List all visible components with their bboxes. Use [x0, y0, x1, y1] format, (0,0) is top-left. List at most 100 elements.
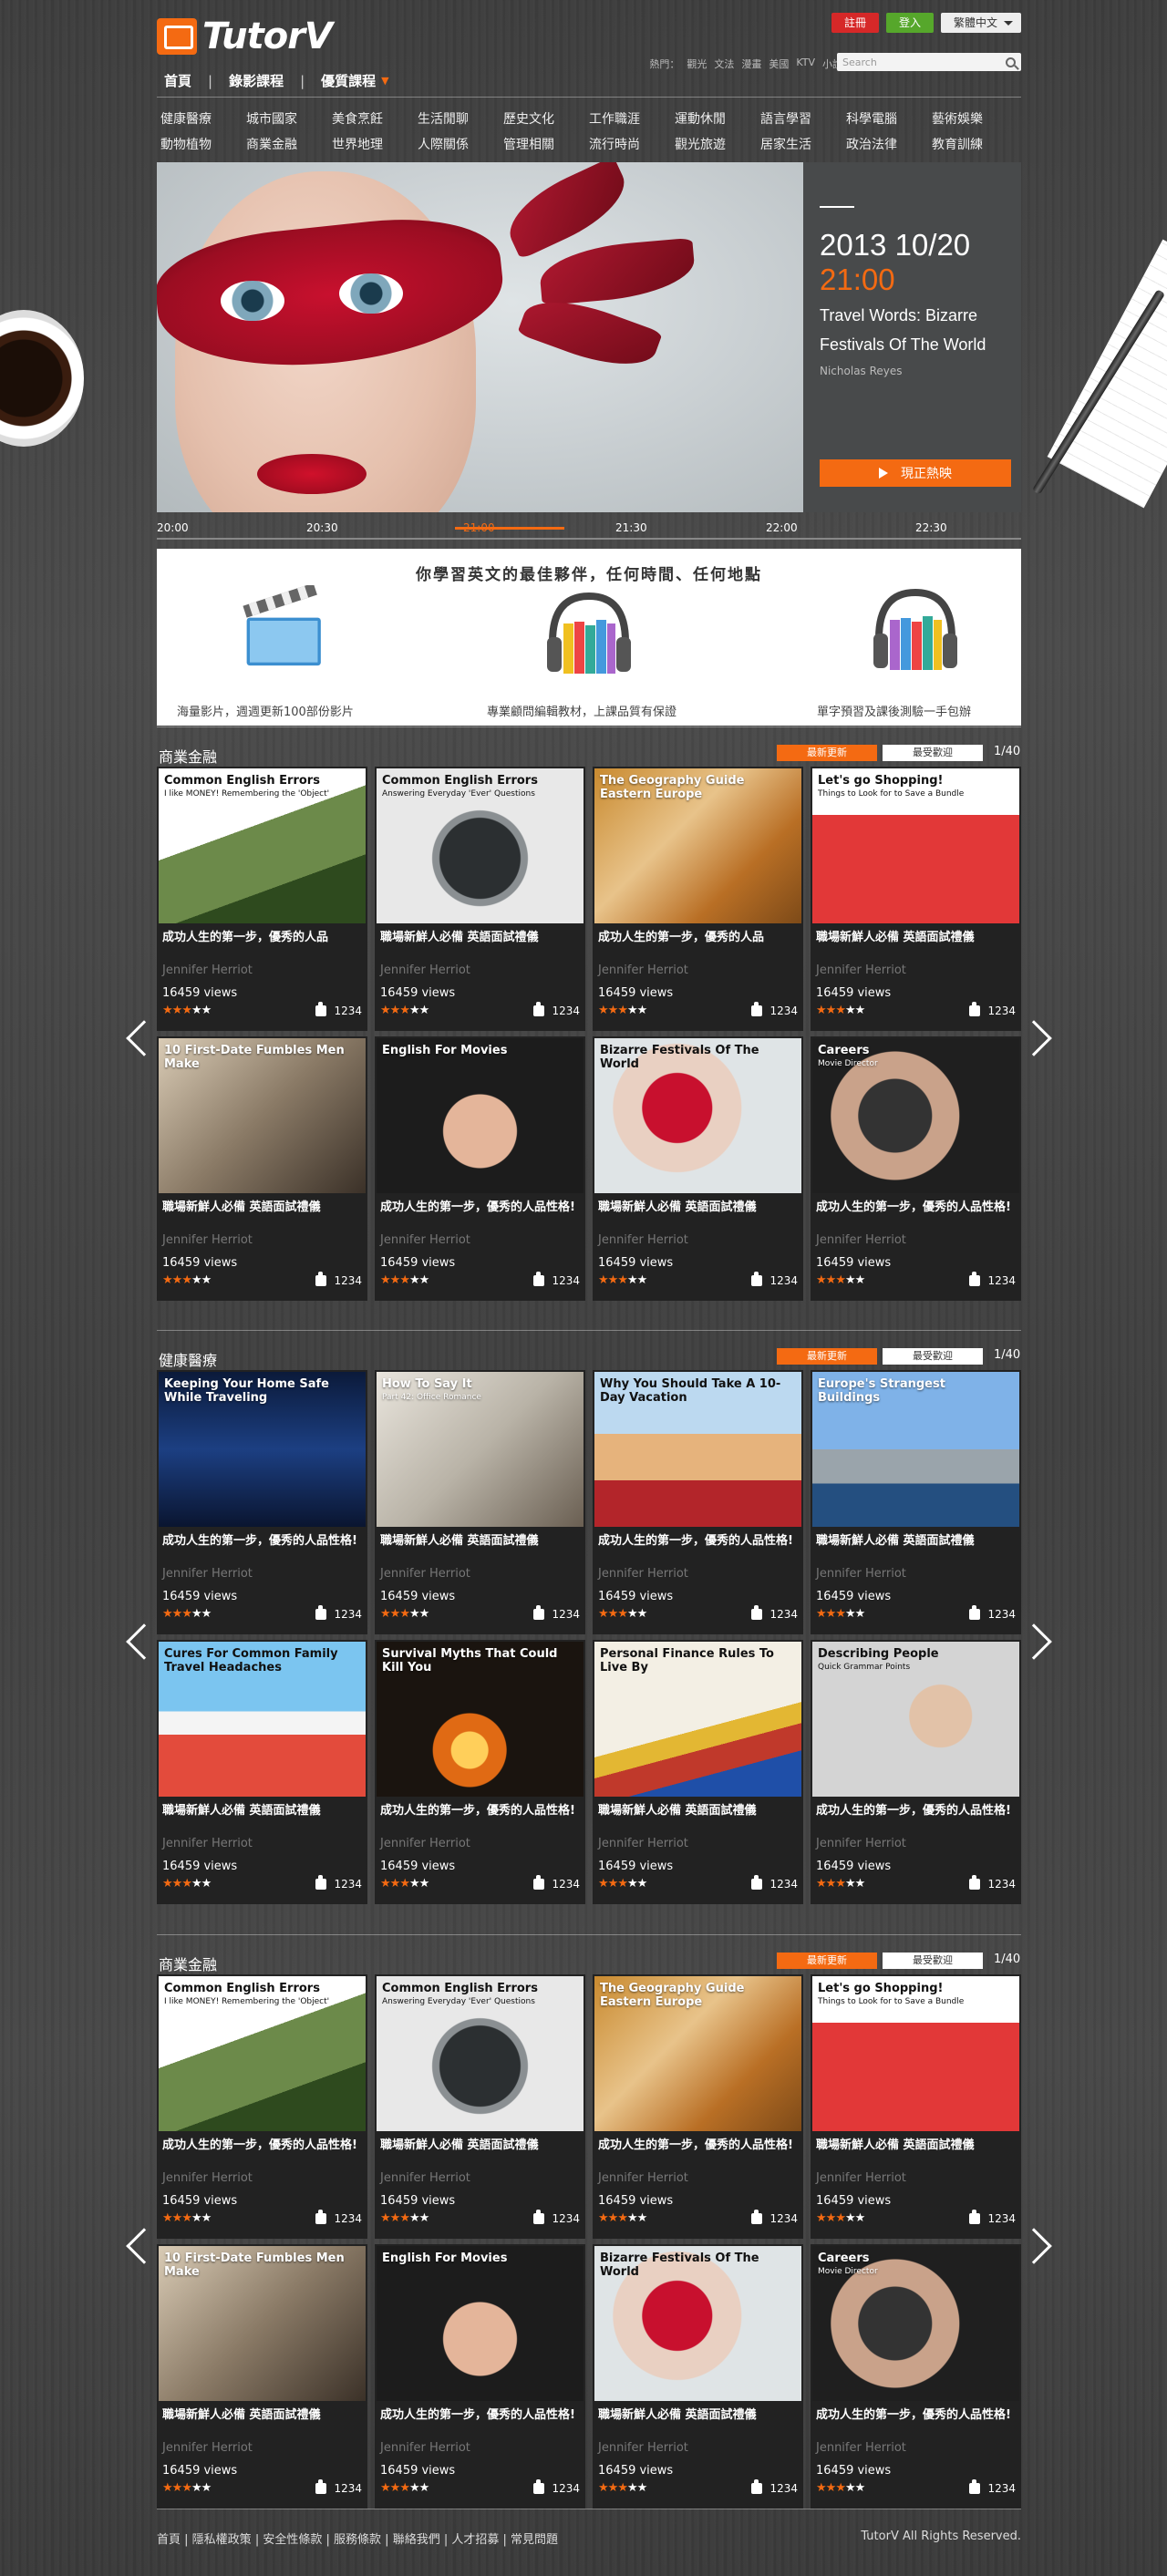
thumbs-up-icon[interactable]: [969, 2209, 981, 2224]
hot-link[interactable]: KTV: [796, 57, 815, 71]
category-link[interactable]: 世界地理: [332, 135, 418, 153]
course-thumbnail[interactable]: 10 First-Date Fumbles Men Make: [159, 1038, 366, 1193]
course-description[interactable]: 成功人生的第一步，優秀的人品性格!: [159, 2131, 366, 2171]
course-thumbnail[interactable]: Personal Finance Rules To Live By: [594, 1642, 801, 1797]
course-description[interactable]: 職場新鮮人必備 英語面試禮儀: [594, 1193, 801, 1233]
course-thumbnail[interactable]: Common English Errors I like MONEY! Reme…: [159, 1976, 366, 2131]
hot-link[interactable]: 觀光: [687, 57, 707, 71]
thumbs-up-icon[interactable]: [315, 1874, 327, 1890]
thumbs-up-icon[interactable]: [969, 2478, 981, 2494]
thumbs-up-icon[interactable]: [969, 1001, 981, 1016]
course-thumbnail[interactable]: Europe's Strangest Buildings: [812, 1372, 1019, 1527]
course-description[interactable]: 職場新鮮人必備 英語面試禮儀: [159, 1797, 366, 1837]
category-link[interactable]: 觀光旅遊: [675, 135, 760, 153]
category-link[interactable]: 城市國家: [246, 109, 332, 128]
category-link[interactable]: 歷史文化: [503, 109, 589, 128]
search-input[interactable]: Search: [837, 53, 1021, 71]
course-card[interactable]: Common English Errors Answering Everyday…: [375, 767, 585, 1031]
footer-link[interactable]: 服務條款: [334, 2533, 381, 2547]
course-thumbnail[interactable]: Common English Errors Answering Everyday…: [377, 1976, 584, 2131]
course-description[interactable]: 成功人生的第一步，優秀的人品性格!: [377, 1797, 584, 1837]
course-description[interactable]: 成功人生的第一步，優秀的人品性格!: [594, 2131, 801, 2171]
hot-link[interactable]: 漫畫: [741, 57, 761, 71]
category-link[interactable]: 政治法律: [846, 135, 932, 153]
tab-popular[interactable]: 最受歡迎: [883, 1348, 983, 1365]
course-card[interactable]: 10 First-Date Fumbles Men Make 職場新鮮人必備 英…: [157, 1036, 367, 1301]
course-description[interactable]: 職場新鮮人必備 英語面試禮儀: [159, 2401, 366, 2441]
footer-link[interactable]: 安全性條款: [263, 2533, 322, 2547]
course-card[interactable]: How To Say It Part 42: Office Romance 職場…: [375, 1370, 585, 1634]
course-description[interactable]: 職場新鮮人必備 英語面試禮儀: [377, 923, 584, 963]
course-thumbnail[interactable]: Describing People Quick Grammar Points: [812, 1642, 1019, 1797]
category-link[interactable]: 流行時尚: [589, 135, 675, 153]
category-link[interactable]: 科學電腦: [846, 109, 932, 128]
course-card[interactable]: Bizarre Festivals Of The World 職場新鮮人必備 英…: [593, 2244, 803, 2509]
next-arrow-icon[interactable]: [1016, 2228, 1052, 2264]
course-thumbnail[interactable]: Survival Myths That Could Kill You: [377, 1642, 584, 1797]
course-description[interactable]: 成功人生的第一步，優秀的人品性格!: [594, 1527, 801, 1567]
course-card[interactable]: The Geography Guide Eastern Europe 成功人生的…: [593, 767, 803, 1031]
tab-latest[interactable]: 最新更新: [777, 1348, 877, 1365]
course-description[interactable]: 成功人生的第一步，優秀的人品性格!: [812, 1193, 1019, 1233]
thumbs-up-icon[interactable]: [751, 2209, 763, 2224]
course-description[interactable]: 成功人生的第一步，優秀的人品性格!: [159, 1527, 366, 1567]
category-link[interactable]: 美食烹飪: [332, 109, 418, 128]
course-thumbnail[interactable]: Let's go Shopping! Things to Look for to…: [812, 1976, 1019, 2131]
thumbs-up-icon[interactable]: [751, 1001, 763, 1016]
course-card[interactable]: Europe's Strangest Buildings 職場新鮮人必備 英語面…: [811, 1370, 1021, 1634]
footer-link[interactable]: 人才招募: [451, 2533, 499, 2547]
category-link[interactable]: 商業金融: [246, 135, 332, 153]
category-link[interactable]: 動物植物: [160, 135, 246, 153]
course-description[interactable]: 成功人生的第一步，優秀的人品性格!: [377, 1193, 584, 1233]
next-arrow-icon[interactable]: [1016, 1020, 1052, 1056]
course-description[interactable]: 職場新鮮人必備 英語面試禮儀: [812, 1527, 1019, 1567]
course-card[interactable]: English For Movies 成功人生的第一步，優秀的人品性格! Jen…: [375, 2244, 585, 2509]
category-link[interactable]: 管理相關: [503, 135, 589, 153]
thumbs-up-icon[interactable]: [533, 1604, 545, 1620]
footer-link[interactable]: 常見問題: [511, 2533, 558, 2547]
course-thumbnail[interactable]: Let's go Shopping! Things to Look for to…: [812, 768, 1019, 923]
category-link[interactable]: 健康醫療: [160, 109, 246, 128]
footer-link[interactable]: 首頁: [157, 2533, 181, 2547]
category-link[interactable]: 工作職涯: [589, 109, 675, 128]
course-card[interactable]: Common English Errors Answering Everyday…: [375, 1974, 585, 2239]
thumbs-up-icon[interactable]: [751, 1271, 763, 1286]
course-thumbnail[interactable]: Why You Should Take A 10-Day Vacation: [594, 1372, 801, 1527]
thumbs-up-icon[interactable]: [533, 2478, 545, 2494]
thumbs-up-icon[interactable]: [315, 1604, 327, 1620]
category-link[interactable]: 居家生活: [760, 135, 846, 153]
search-icon[interactable]: [1006, 57, 1016, 67]
logo[interactable]: TutorV: [157, 13, 333, 60]
timeline-slot[interactable]: 21:30: [615, 521, 647, 534]
course-description[interactable]: 職場新鮮人必備 英語面試禮儀: [377, 2131, 584, 2171]
course-thumbnail[interactable]: Careers Movie Director: [812, 1038, 1019, 1193]
course-card[interactable]: Personal Finance Rules To Live By 職場新鮮人必…: [593, 1640, 803, 1904]
course-card[interactable]: Bizarre Festivals Of The World 職場新鮮人必備 英…: [593, 1036, 803, 1301]
thumbs-up-icon[interactable]: [533, 2209, 545, 2224]
tab-latest[interactable]: 最新更新: [777, 1953, 877, 1969]
nav-premium-courses[interactable]: 優質課程: [321, 71, 376, 90]
course-description[interactable]: 職場新鮮人必備 英語面試禮儀: [594, 1797, 801, 1837]
language-select[interactable]: 繁體中文: [940, 13, 1021, 33]
dropdown-arrow-icon[interactable]: ▼: [381, 75, 388, 87]
course-card[interactable]: 10 First-Date Fumbles Men Make 職場新鮮人必備 英…: [157, 2244, 367, 2509]
register-button[interactable]: 註冊: [831, 13, 879, 33]
category-link[interactable]: 生活閒聊: [418, 109, 503, 128]
course-description[interactable]: 成功人生的第一步，優秀的人品性格!: [377, 2401, 584, 2441]
course-card[interactable]: The Geography Guide Eastern Europe 成功人生的…: [593, 1974, 803, 2239]
tab-popular[interactable]: 最受歡迎: [883, 745, 983, 761]
footer-link[interactable]: 聯絡我們: [393, 2533, 440, 2547]
thumbs-up-icon[interactable]: [315, 2209, 327, 2224]
category-link[interactable]: 人際關係: [418, 135, 503, 153]
course-thumbnail[interactable]: How To Say It Part 42: Office Romance: [377, 1372, 584, 1527]
course-description[interactable]: 職場新鮮人必備 英語面試禮儀: [812, 2131, 1019, 2171]
course-description[interactable]: 職場新鮮人必備 英語面試禮儀: [594, 2401, 801, 2441]
thumbs-up-icon[interactable]: [533, 1271, 545, 1286]
thumbs-up-icon[interactable]: [315, 1271, 327, 1286]
course-card[interactable]: Keeping Your Home Safe While Traveling 成…: [157, 1370, 367, 1634]
now-showing-button[interactable]: 現正熱映: [820, 459, 1011, 487]
course-card[interactable]: Cures For Common Family Travel Headaches…: [157, 1640, 367, 1904]
hot-link[interactable]: 美國: [769, 57, 789, 71]
course-card[interactable]: Common English Errors I like MONEY! Reme…: [157, 767, 367, 1031]
course-thumbnail[interactable]: Common English Errors I like MONEY! Reme…: [159, 768, 366, 923]
